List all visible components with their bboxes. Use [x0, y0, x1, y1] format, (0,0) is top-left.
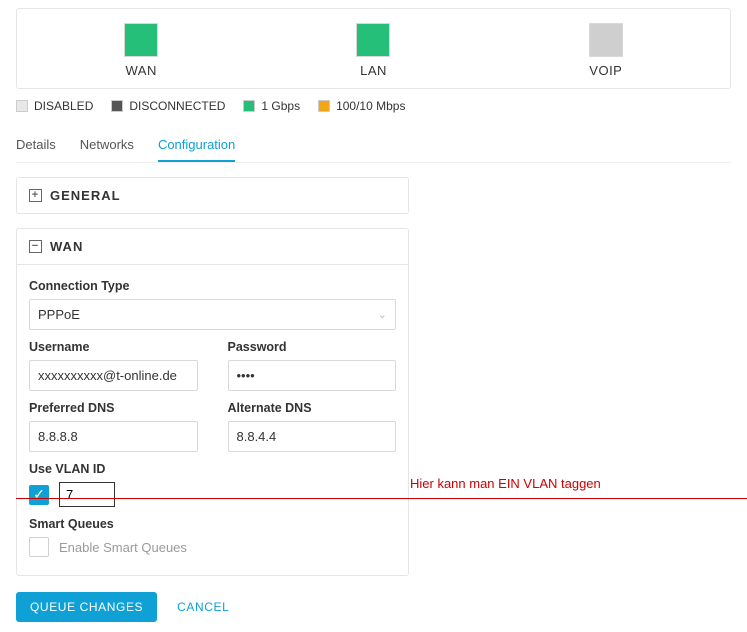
port-indicator-lan — [356, 23, 390, 57]
legend-disconnected: DISCONNECTED — [111, 99, 225, 113]
port-status-voip: VOIP — [490, 23, 722, 78]
tabs: Details Networks Configuration — [16, 129, 731, 163]
connection-type-value: PPPoE — [38, 307, 80, 322]
chevron-down-icon: ⌄ — [378, 308, 387, 321]
queue-changes-button[interactable]: QUEUE CHANGES — [16, 592, 157, 622]
password-input[interactable] — [228, 360, 397, 391]
username-input[interactable] — [29, 360, 198, 391]
vlan-id-input[interactable] — [59, 482, 115, 507]
legend-1gbps: 1 Gbps — [243, 99, 300, 113]
expand-icon: + — [29, 189, 42, 202]
legend-swatch-icon — [16, 100, 28, 112]
legend-swatch-icon — [111, 100, 123, 112]
tab-details[interactable]: Details — [16, 129, 56, 162]
enable-smart-queues-checkbox[interactable]: ✓ — [29, 537, 49, 557]
port-indicator-wan — [124, 23, 158, 57]
annotation-text: Hier kann man EIN VLAN taggen — [410, 476, 601, 491]
preferred-dns-input[interactable] — [29, 421, 198, 452]
tab-configuration[interactable]: Configuration — [158, 129, 235, 162]
port-status-wan: WAN — [25, 23, 257, 78]
use-vlan-id-checkbox[interactable]: ✓ — [29, 485, 49, 505]
general-title: GENERAL — [50, 188, 121, 203]
annotation-line — [16, 498, 747, 499]
preferred-dns-label: Preferred DNS — [29, 401, 198, 415]
legend-row: DISABLED DISCONNECTED 1 Gbps 100/10 Mbps — [16, 99, 731, 113]
legend-disabled: DISABLED — [16, 99, 93, 113]
port-label: LAN — [257, 63, 489, 78]
alternate-dns-label: Alternate DNS — [228, 401, 397, 415]
port-indicator-voip — [589, 23, 623, 57]
password-label: Password — [228, 340, 397, 354]
connection-type-label: Connection Type — [29, 279, 396, 293]
legend-swatch-icon — [243, 100, 255, 112]
legend-label: DISABLED — [34, 99, 93, 113]
general-header[interactable]: + GENERAL — [17, 178, 408, 213]
alternate-dns-input[interactable] — [228, 421, 397, 452]
legend-label: 1 Gbps — [261, 99, 300, 113]
collapse-icon: − — [29, 240, 42, 253]
port-status-lan: LAN — [257, 23, 489, 78]
connection-type-select[interactable]: PPPoE ⌄ — [29, 299, 396, 330]
legend-label: 100/10 Mbps — [336, 99, 405, 113]
use-vlan-id-label: Use VLAN ID — [29, 462, 396, 476]
port-label: WAN — [25, 63, 257, 78]
actions-row: QUEUE CHANGES CANCEL — [16, 592, 747, 622]
port-label: VOIP — [490, 63, 722, 78]
enable-smart-queues-label: Enable Smart Queues — [59, 540, 187, 555]
general-panel: + GENERAL — [16, 177, 409, 214]
cancel-button[interactable]: CANCEL — [177, 600, 229, 614]
wan-header[interactable]: − WAN — [17, 229, 408, 264]
tab-networks[interactable]: Networks — [80, 129, 134, 162]
username-label: Username — [29, 340, 198, 354]
port-status-panel: WAN LAN VOIP — [16, 8, 731, 89]
legend-label: DISCONNECTED — [129, 99, 225, 113]
legend-100-10: 100/10 Mbps — [318, 99, 405, 113]
wan-title: WAN — [50, 239, 83, 254]
legend-swatch-icon — [318, 100, 330, 112]
